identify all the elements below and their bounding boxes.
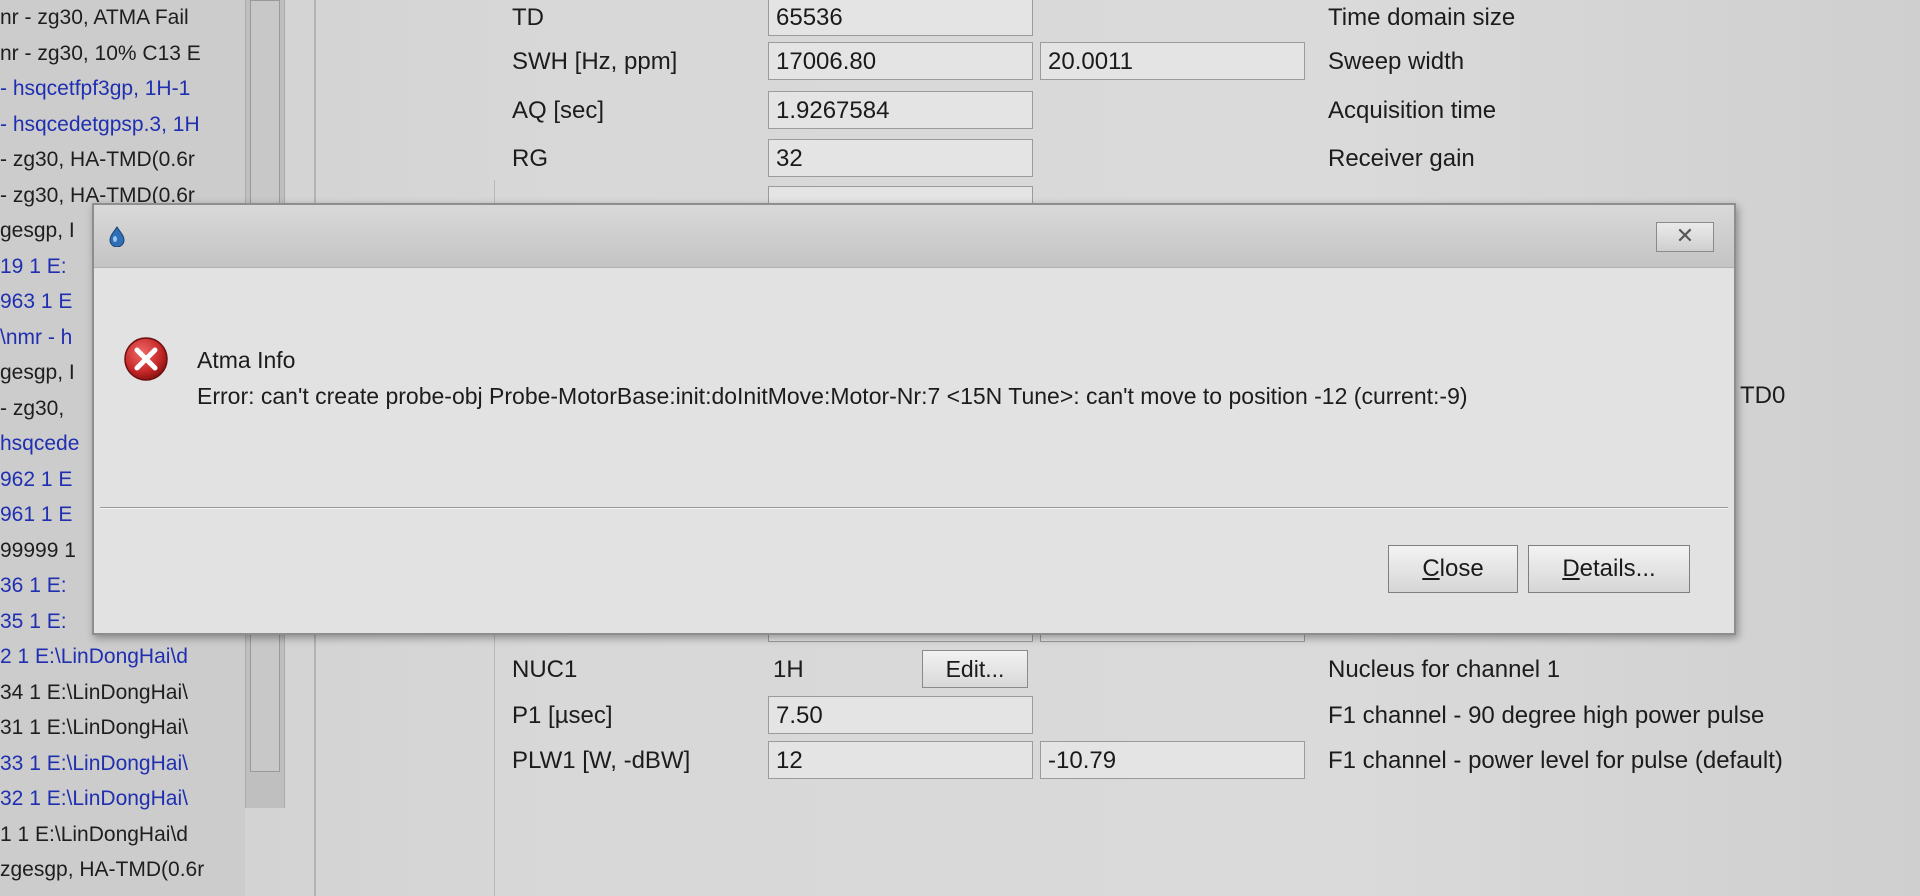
titlebar-close-button[interactable]: ✕ xyxy=(1656,222,1714,252)
param-description: F1 channel - power level for pulse (defa… xyxy=(1328,747,1783,774)
param-label: SWH [Hz, ppm] xyxy=(512,48,678,75)
param-value2-field[interactable]: 20.0011 xyxy=(1040,42,1305,80)
param-row-td: TD 65536 Time domain size xyxy=(0,0,1920,40)
param-description: Time domain size xyxy=(1328,4,1516,31)
dialog-separator xyxy=(100,507,1728,509)
screen: nr - zg30, ATMA Fail nr - zg30, 10% C13 E… xyxy=(0,0,1920,896)
param-label: TD xyxy=(512,4,544,31)
param-description: F1 channel - 90 degree high power pulse xyxy=(1328,702,1765,729)
app-icon xyxy=(106,225,128,248)
param-label: P1 [µsec] xyxy=(512,702,613,729)
param-value: 1H xyxy=(773,656,804,683)
param-value-field[interactable]: 17006.80 xyxy=(768,42,1033,80)
param-value-field[interactable]: 65536 xyxy=(768,0,1033,36)
param-label: PLW1 [W, -dBW] xyxy=(512,747,691,774)
close-button[interactable]: Close xyxy=(1388,545,1518,593)
error-message: Error: can't create probe-obj Probe-Moto… xyxy=(197,383,1468,409)
dialog-titlebar[interactable]: ✕ xyxy=(94,205,1734,268)
param-description: Sweep width xyxy=(1328,48,1465,75)
close-icon: ✕ xyxy=(1675,223,1695,248)
param-row-p1: P1 [µsec] 7.50 F1 channel - 90 degree hi… xyxy=(0,694,1920,738)
param-row-swh: SWH [Hz, ppm] 17006.80 20.0011 Sweep wid… xyxy=(0,40,1920,84)
close-button-label: lose xyxy=(1439,555,1484,582)
details-button[interactable]: Details... xyxy=(1528,545,1690,593)
param-description: Nucleus for channel 1 xyxy=(1328,656,1561,683)
dataset-list-item[interactable]: 1 1 E:\LinDongHai\d xyxy=(0,817,245,853)
param-value2-field[interactable]: -10.79 xyxy=(1040,741,1305,779)
param-value-field[interactable]: 1.9267584 xyxy=(768,91,1033,129)
param-label: NUC1 xyxy=(512,656,578,683)
close-button-mnemonic: C xyxy=(1422,555,1440,582)
error-dialog: ✕ Atma Info Error: can't create probe-ob… xyxy=(92,203,1736,635)
details-button-mnemonic: D xyxy=(1562,555,1580,582)
param-row-aq: AQ [sec] 1.9267584 Acquisition time xyxy=(0,89,1920,133)
param-row-plw1: PLW1 [W, -dBW] 12 -10.79 F1 channel - po… xyxy=(0,739,1920,783)
param-label: RG xyxy=(512,145,548,172)
dialog-title: Atma Info xyxy=(197,347,296,373)
details-button-label: etails... xyxy=(1579,555,1656,582)
dataset-list-item[interactable]: zgesgp, HA-TMD(0.6r xyxy=(0,888,245,896)
dataset-list-item[interactable]: zgesgp, HA-TMD(0.6r xyxy=(0,852,245,888)
edit-nucleus-button[interactable]: Edit... xyxy=(922,650,1028,688)
error-icon xyxy=(122,335,170,383)
side-param-label: TD0 xyxy=(1740,382,1786,409)
param-value-field[interactable]: 7.50 xyxy=(768,696,1033,734)
param-description: Receiver gain xyxy=(1328,145,1475,172)
param-row-rg: RG 32 Receiver gain xyxy=(0,137,1920,181)
param-label: AQ [sec] xyxy=(512,97,605,124)
dataset-list-item[interactable]: 32 1 E:\LinDongHai\ xyxy=(0,781,245,817)
param-value-field[interactable]: 32 xyxy=(768,139,1033,177)
param-value-field[interactable]: 12 xyxy=(768,741,1033,779)
param-description: Acquisition time xyxy=(1328,97,1497,124)
param-row-nuc1: NUC1 1H Edit... Nucleus for channel 1 xyxy=(0,648,1920,692)
